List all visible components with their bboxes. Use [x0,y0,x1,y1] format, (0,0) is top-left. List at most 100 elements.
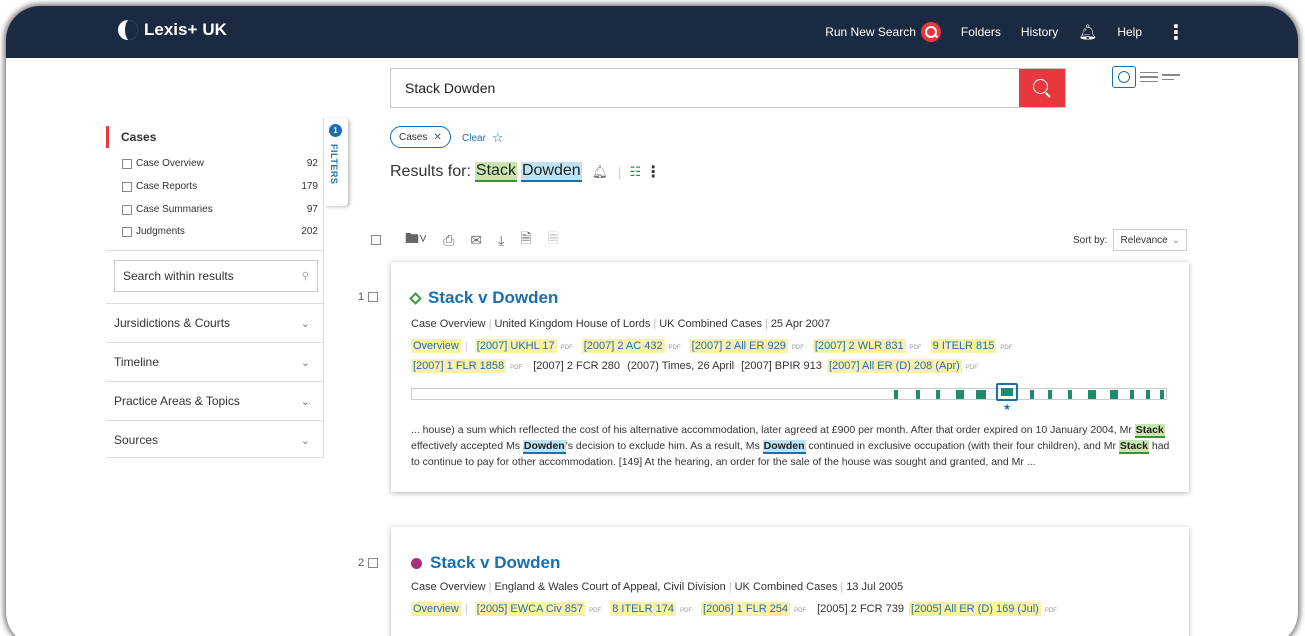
alert-bell-icon[interactable]: 🔔︎ [592,164,609,180]
folder-icon[interactable]: 🖿︎˅ [405,228,427,252]
result-title[interactable]: Stack v Dowden [409,288,558,308]
timeline-tick[interactable] [956,390,964,399]
relevance-timeline[interactable]: ★ [411,383,1167,412]
checkbox[interactable] [122,181,132,192]
search-button[interactable] [1019,69,1065,107]
citation-link[interactable]: Overview [411,339,461,353]
pdf-download-icon[interactable]: PDF [792,345,804,351]
filters-sidebar: Cases Case Overview 92 Case Reports 179 … [106,118,324,458]
search-within-input[interactable]: Search within results ⚲ [114,260,318,292]
citation-link[interactable]: [2007] 2 WLR 831 [812,339,906,353]
accordion-jurisdictions[interactable]: Jursidictions & Courts ⌄ [106,303,324,342]
cases-heading[interactable]: Cases [106,126,306,148]
list-view-icon[interactable] [1140,69,1158,86]
search-input[interactable] [391,69,1019,107]
citation-link[interactable]: 8 ITELR 174 [610,602,676,616]
citation-link[interactable]: [2007] 1 FLR 1858 [411,359,507,373]
star-icon[interactable]: ☆ [492,130,504,146]
pdf-download-icon[interactable]: PDF [794,608,806,614]
sort-dropdown[interactable]: Relevance ⌄ [1113,229,1188,251]
lexis-logo-icon [118,20,138,40]
document-icon[interactable]: 🗎︎ [520,228,531,252]
tree-diagram-icon[interactable]: ☷ [630,164,642,180]
timeline-tick[interactable] [1048,390,1052,399]
citation-link[interactable]: 9 ITELR 815 [930,339,997,353]
star-icon: ★ [1003,402,1012,412]
history-link[interactable]: History [1021,25,1058,39]
filters-count-badge: 1 [329,124,342,137]
sort-value: Relevance [1120,234,1168,246]
result-checkbox[interactable] [368,558,379,568]
pdf-download-icon[interactable]: PDF [1045,608,1057,614]
timeline-tick[interactable] [976,390,986,399]
timeline-tick[interactable] [1030,390,1034,399]
timeline-tick[interactable] [1068,390,1072,399]
clear-filters-link[interactable]: Clear ☆ [462,130,504,146]
timeline-tick[interactable] [916,390,920,399]
email-icon[interactable]: ✉︎ [470,232,482,249]
more-options-icon[interactable]: ⋮ [645,162,661,182]
citation-link[interactable]: [2007] All ER (D) 208 (Apr) [826,359,962,373]
timeline-tick[interactable] [936,390,940,399]
print-icon[interactable]: ⎙ [443,232,454,249]
accordion-timeline[interactable]: Timeline ⌄ [106,342,324,381]
export-icon[interactable]: 🗏︎ [548,228,559,252]
pdf-download-icon[interactable]: PDF [966,365,978,371]
pdf-download-icon[interactable]: PDF [510,365,522,371]
facet-case-reports[interactable]: Case Reports 179 [122,181,318,192]
highlight-term: Stack [1118,440,1149,454]
more-menu-icon[interactable]: ⋮ [1166,20,1186,45]
graphical-view-icon[interactable] [1112,66,1136,88]
meta-date: 25 Apr 2007 [770,318,831,330]
help-link[interactable]: Help [1117,25,1142,39]
select-all-checkbox[interactable] [371,235,381,245]
timeline-tick[interactable] [1160,390,1164,399]
timeline-tick[interactable] [1146,390,1150,399]
timeline-selected-marker[interactable] [996,383,1018,401]
citation-link[interactable]: [2007] 2 AC 432 [581,339,665,353]
run-new-search-link[interactable]: Run New Search [825,22,941,42]
compact-view-icon[interactable] [1162,71,1180,83]
accordion-practice-areas[interactable]: Practice Areas & Topics ⌄ [106,381,324,420]
pdf-download-icon[interactable]: PDF [910,345,922,351]
pdf-download-icon[interactable]: PDF [589,608,601,614]
result-title[interactable]: Stack v Dowden [411,553,560,573]
search-icon [920,22,941,42]
timeline-tick[interactable] [1110,390,1118,399]
facet-label: Judgments [136,226,185,237]
citation-link[interactable]: [2007] UKHL 17 [474,339,557,353]
pdf-download-icon[interactable]: PDF [669,345,681,351]
citation-link[interactable]: [2005] EWCA Civ 857 [474,602,586,616]
facet-case-overview[interactable]: Case Overview 92 [122,158,318,169]
checkbox[interactable] [122,158,132,169]
facet-judgments[interactable]: Judgments 202 [122,226,318,237]
accordion-sources[interactable]: Sources ⌄ [106,420,324,459]
checkbox[interactable] [122,226,132,237]
timeline-tick[interactable] [894,390,898,399]
chevron-down-icon: ⌄ [300,434,310,447]
folders-link[interactable]: Folders [961,25,1001,39]
citation-link[interactable]: [2005] All ER (D) 169 (Jul) [909,602,1041,616]
timeline-tick[interactable] [1130,390,1134,399]
download-icon[interactable]: ⤓ [498,232,504,249]
pdf-download-icon[interactable]: PDF [1000,345,1012,351]
lexis-logo[interactable]: Lexis+ UK [118,20,227,40]
filters-toggle-tab[interactable]: 1 FILTERS [324,118,348,206]
filter-chip-cases[interactable]: Cases ✕ [390,126,451,148]
facet-case-summaries[interactable]: Case Summaries 97 [122,204,318,215]
result-checkbox[interactable] [368,292,379,302]
search-icon: ⚲ [301,270,309,282]
notification-bell-icon[interactable]: 🔔︎ [1078,23,1097,41]
facet-label: Case Reports [136,181,198,192]
facet-count: 179 [301,181,318,192]
meta-doc-type: Case Overview [411,581,486,593]
timeline-tick[interactable] [1088,390,1096,399]
citation-link[interactable]: [2007] 2 All ER 929 [689,339,788,353]
citation-link[interactable]: [2006] 1 FLR 254 [701,602,791,616]
pdf-download-icon[interactable]: PDF [561,345,573,351]
citation-link[interactable]: Overview [411,602,461,616]
close-icon[interactable]: ✕ [433,132,441,143]
results-toolbar: 🖿︎˅ ⎙ ✉︎ ⤓ 🗎︎ 🗏︎ [371,228,575,252]
pdf-download-icon[interactable]: PDF [680,608,692,614]
checkbox[interactable] [122,204,132,215]
